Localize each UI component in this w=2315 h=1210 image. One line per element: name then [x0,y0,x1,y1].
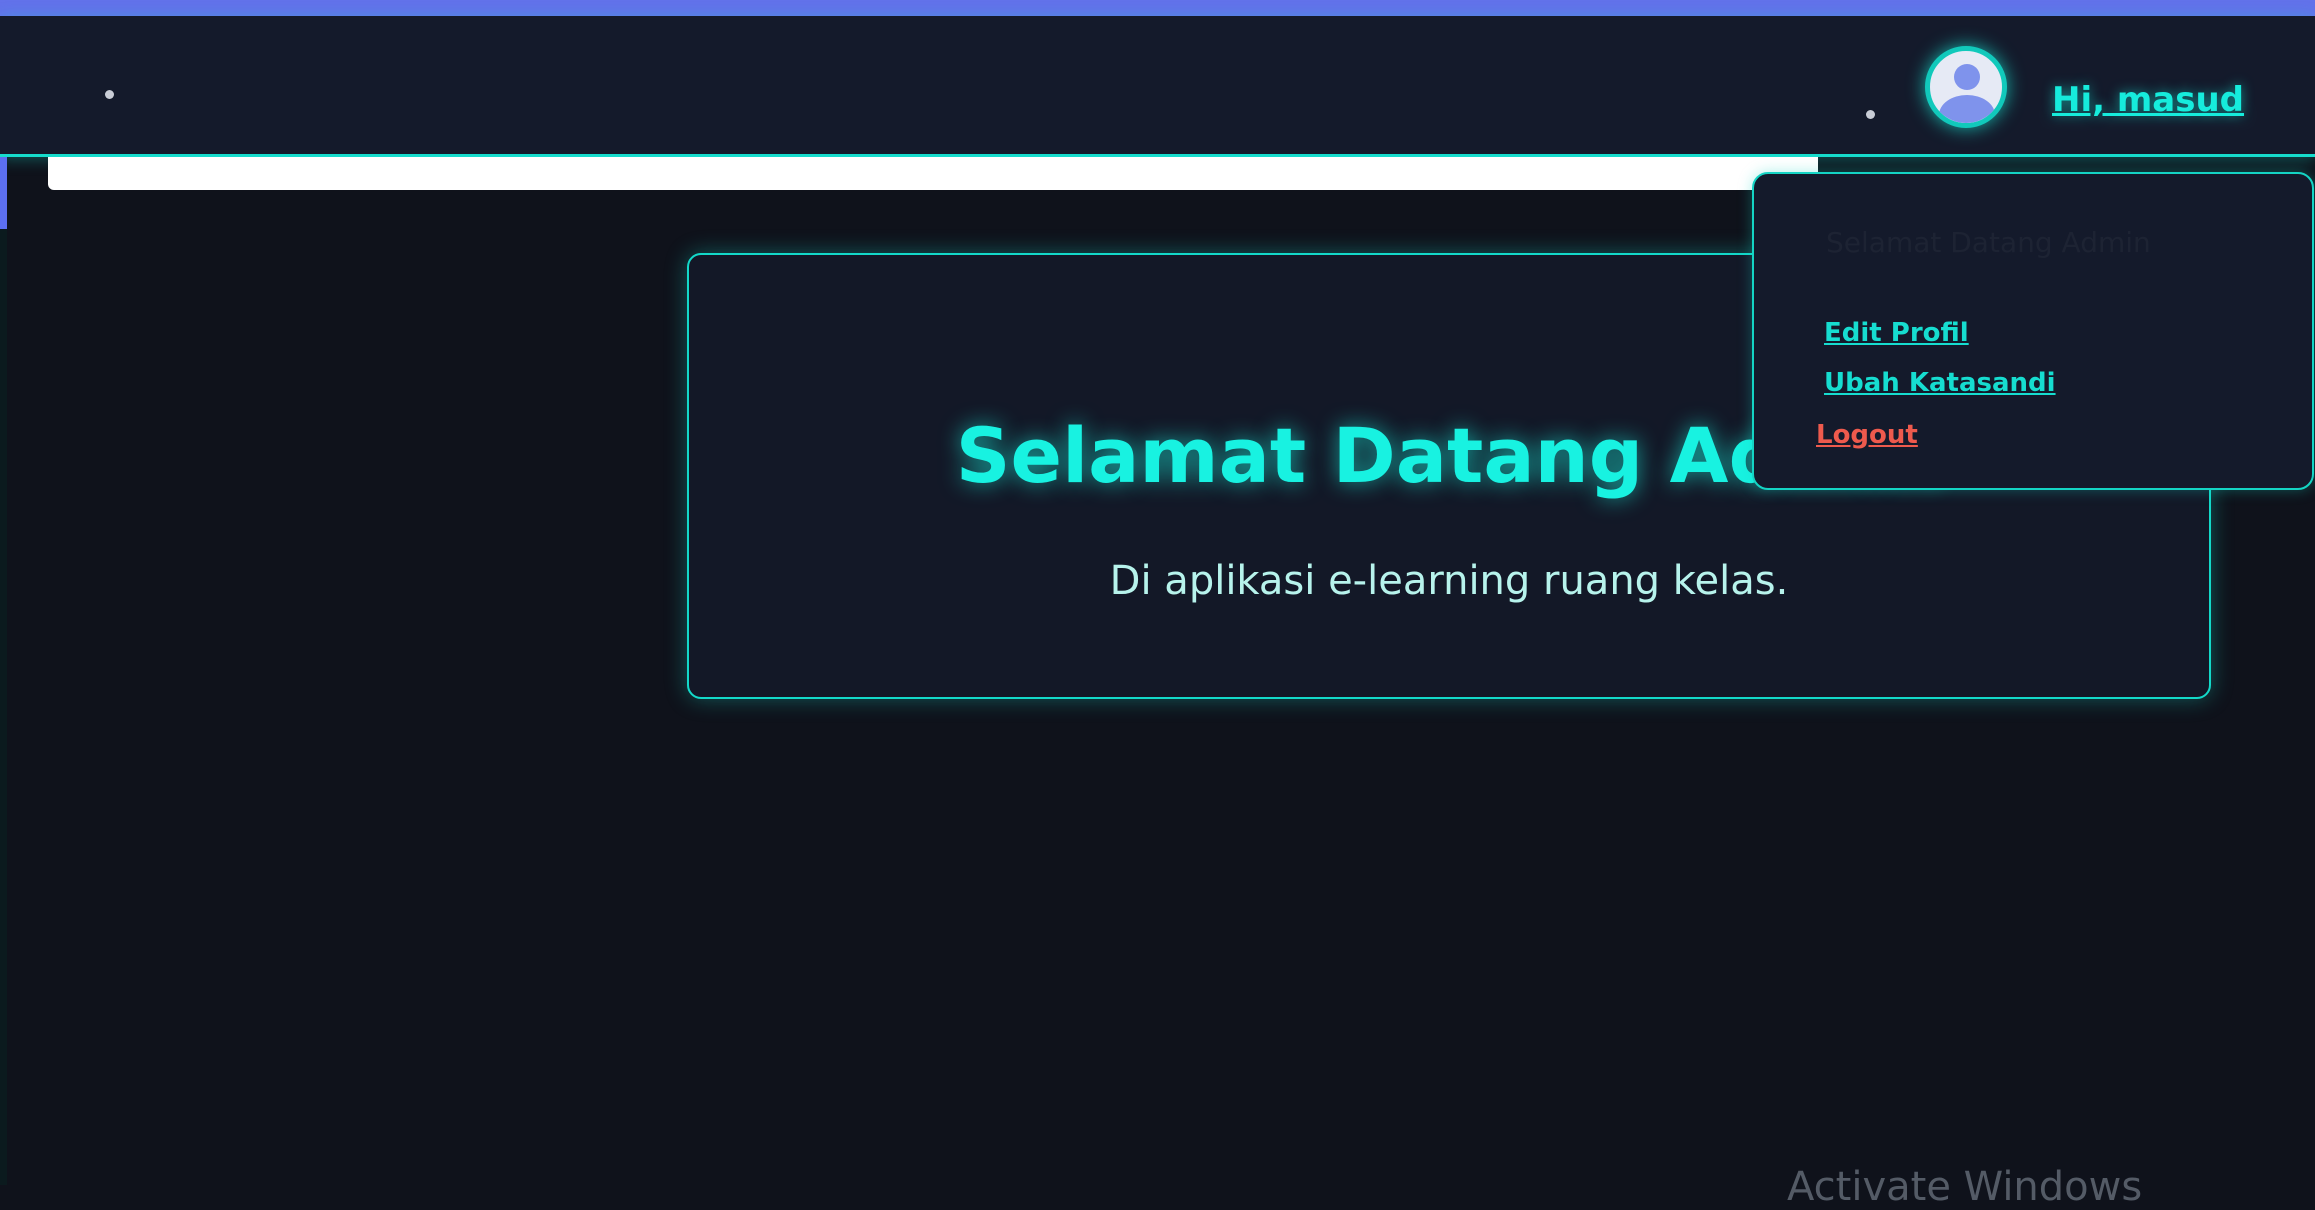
edit-profile-link[interactable]: Edit Profil [1824,318,1969,348]
notification-dot[interactable] [1866,110,1875,119]
sidebar-strip [0,157,7,1185]
welcome-subtitle: Di aplikasi e-learning ruang kelas. [1109,558,1789,604]
menu-toggle-dot[interactable] [105,90,114,99]
navbar: Hi, masud [0,16,2315,157]
content-header-bar [48,157,1818,190]
avatar-head [1954,64,1980,90]
profile-dropdown: Selamat Datang Admin Edit Profil Ubah Ka… [1752,172,2314,490]
top-accent-bar [0,0,2315,16]
change-password-link[interactable]: Ubah Katasandi [1824,368,2056,398]
logout-link[interactable]: Logout [1816,420,1918,450]
sidebar-accent [0,157,7,229]
avatar-body [1939,95,1995,123]
user-avatar-icon[interactable] [1925,46,2007,128]
dropdown-header: Selamat Datang Admin [1826,226,2151,259]
user-greeting-link[interactable]: Hi, masud [2052,80,2244,120]
activate-windows-watermark: Activate Windows [1787,1164,2143,1210]
